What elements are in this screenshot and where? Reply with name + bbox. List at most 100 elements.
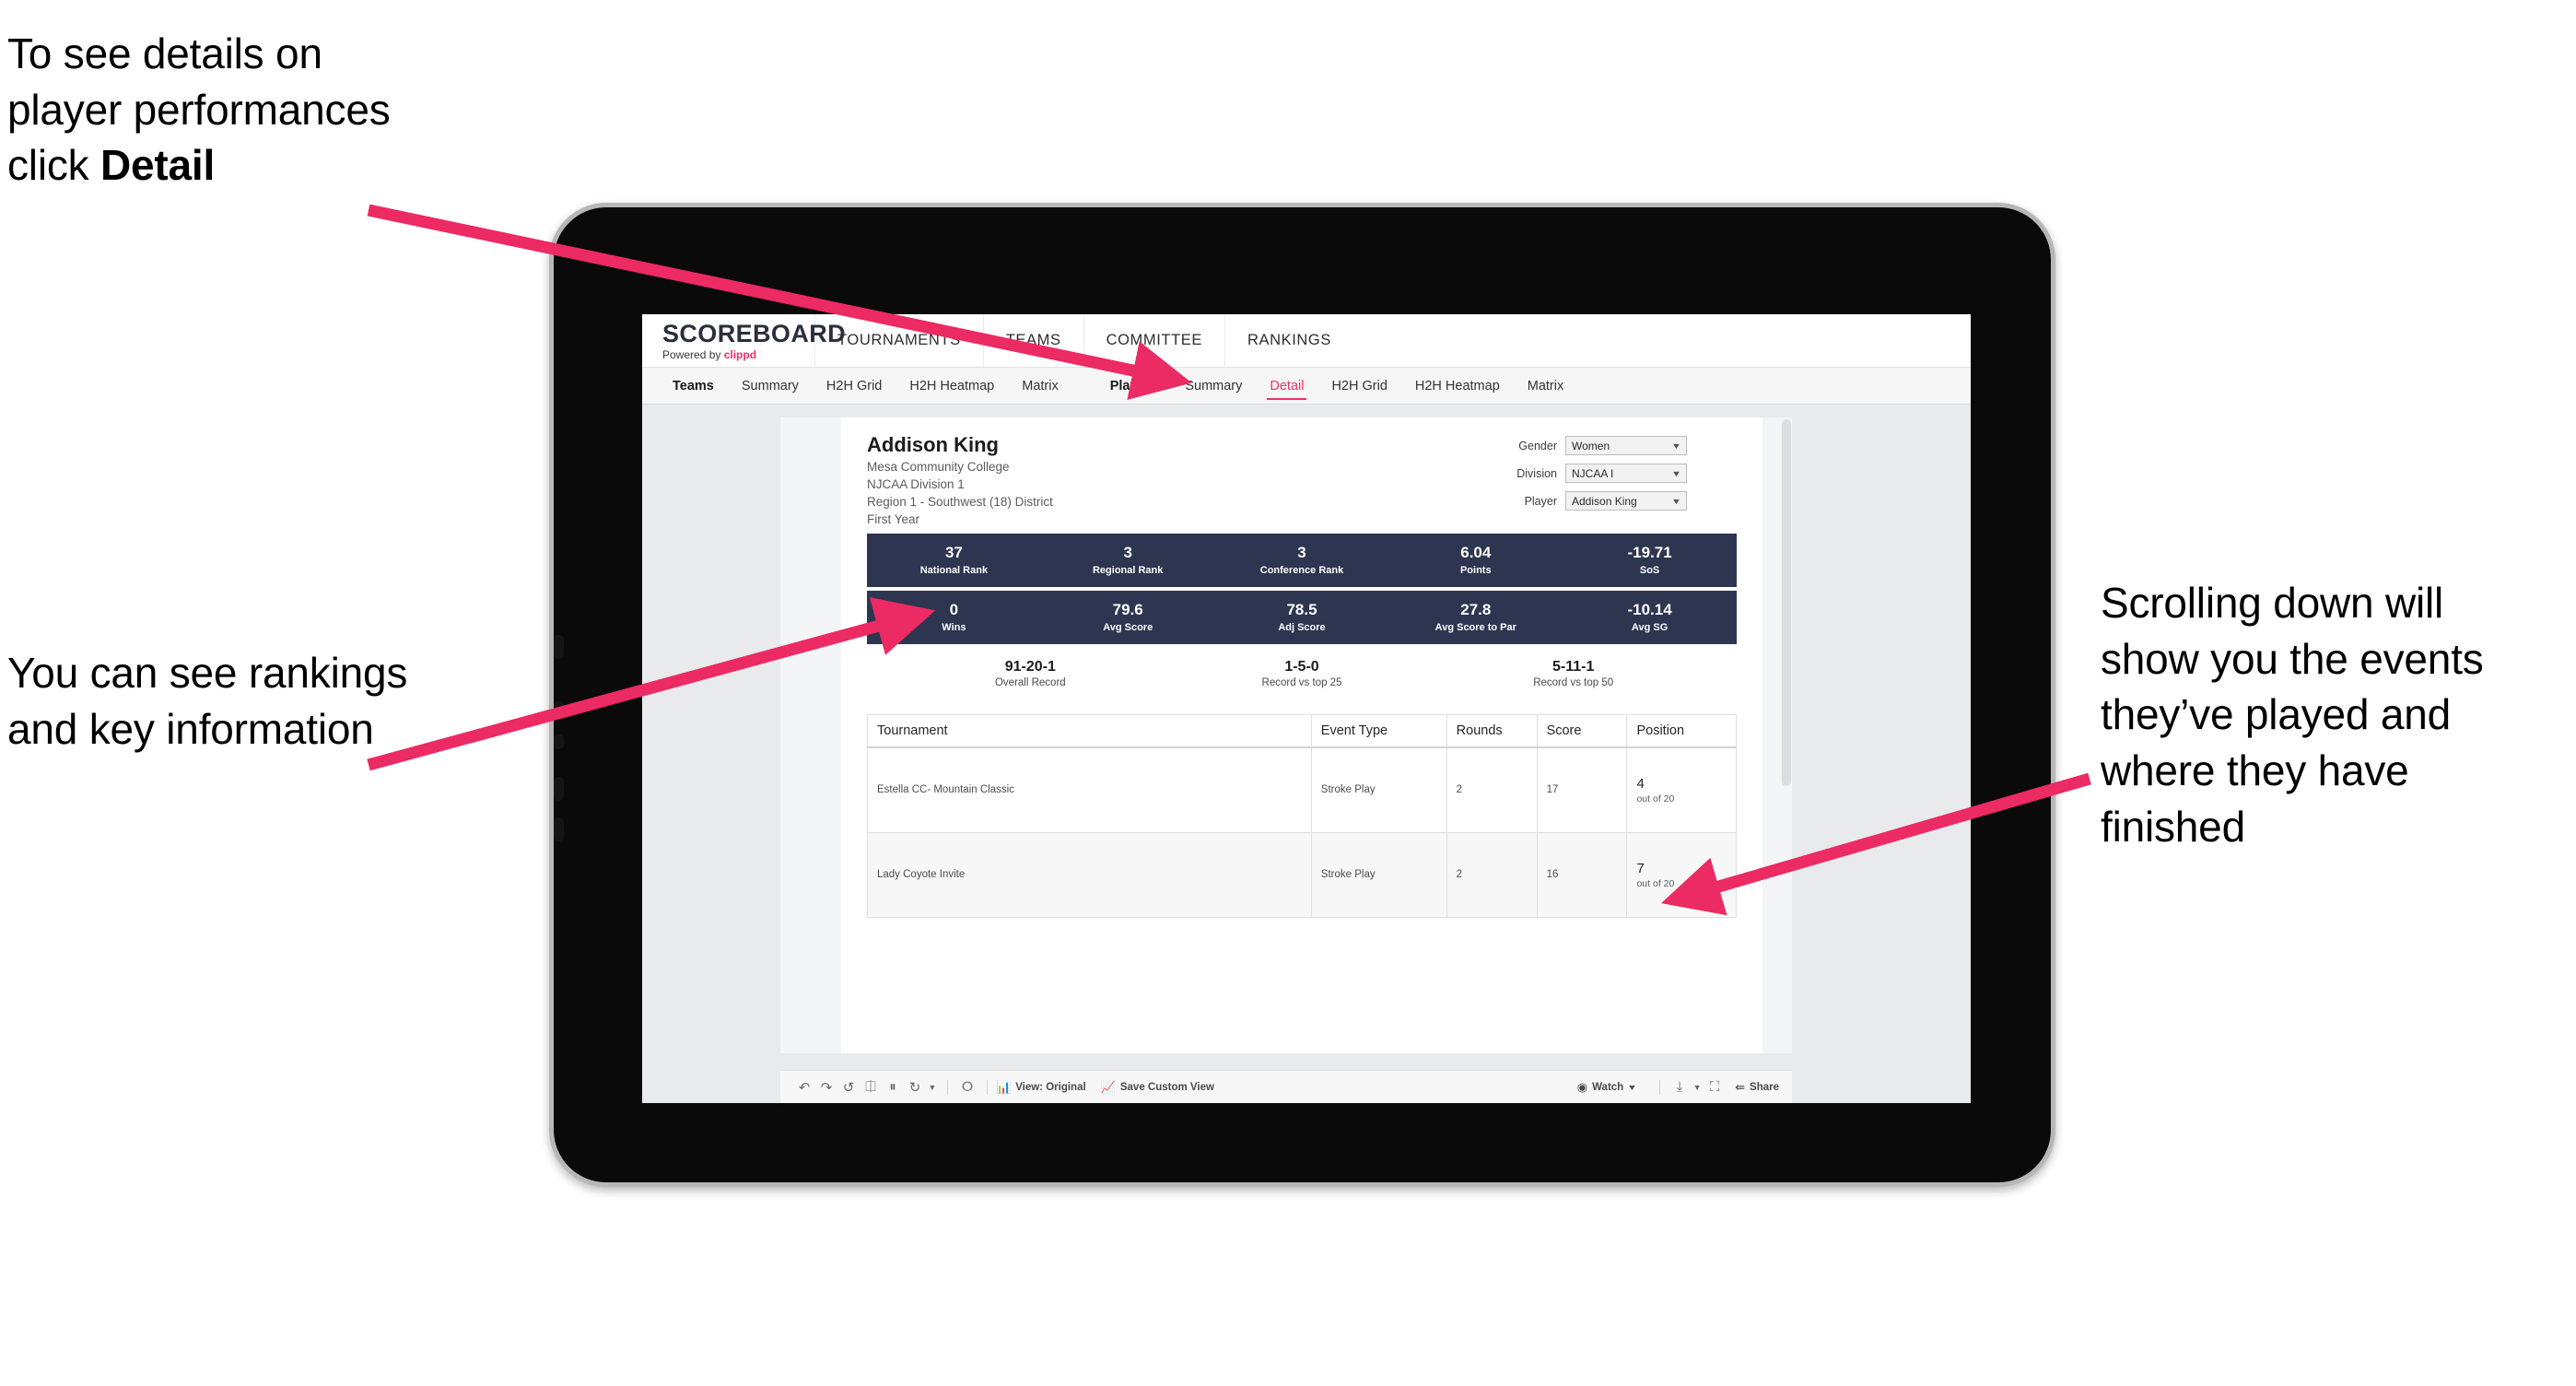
tab-teams-summary[interactable]: Summary	[728, 368, 813, 404]
watch-label: Watch	[1592, 1081, 1624, 1093]
stat-value: -10.14	[1627, 601, 1672, 619]
cell-tournament: Lady Coyote Invite	[867, 831, 1312, 918]
players-tab-group: Players Summary Detail H2H Grid H2H Heat…	[1096, 368, 1578, 404]
callout-detail-line3-bold: Detail	[100, 141, 216, 190]
tablet-screen: SCOREBOARD Powered by clippd TOURNAMENTS…	[642, 314, 1971, 1103]
events-table-body: Estella CC- Mountain Classic Stroke Play…	[867, 746, 1737, 918]
events-table-head: Tournament Event Type Rounds Score Posit…	[867, 714, 1737, 749]
revert-icon[interactable]: ↺	[837, 1071, 860, 1103]
redo-icon[interactable]: ↷	[815, 1071, 837, 1103]
position-value: 4	[1636, 775, 1645, 792]
tab-teams-h2h-grid[interactable]: H2H Grid	[813, 368, 896, 404]
player-header: Addison King Mesa Community College NJCA…	[867, 432, 1737, 528]
stat-label: Conference Rank	[1259, 564, 1344, 576]
tab-players-h2h-grid[interactable]: H2H Grid	[1317, 368, 1400, 404]
main-navigation: TOURNAMENTS TEAMS COMMITTEE RANKINGS	[815, 314, 1353, 367]
record-vs-top-50: 5-11-1 Record vs top 50	[1437, 659, 1709, 688]
th-score[interactable]: Score	[1536, 714, 1628, 749]
filter-row-gender: Gender Women ▼	[1516, 436, 1687, 455]
stat-points: 6.04 Points	[1388, 534, 1563, 587]
stat-label: Points	[1459, 564, 1492, 576]
stat-label: Adj Score	[1278, 621, 1326, 633]
tab-group-players[interactable]: Players	[1096, 368, 1172, 404]
history-icon[interactable]: ↻	[904, 1071, 926, 1103]
th-rounds[interactable]: Rounds	[1446, 714, 1538, 749]
callout-detail-line3-prefix: click	[7, 141, 101, 190]
cell-score: 17	[1536, 746, 1628, 833]
player-region: Region 1 - Southwest (18) District	[867, 494, 1053, 509]
tablet-button-camera	[554, 635, 564, 659]
tab-players-h2h-heatmap[interactable]: H2H Heatmap	[1401, 368, 1514, 404]
th-event-type[interactable]: Event Type	[1310, 714, 1447, 749]
gender-select[interactable]: Women ▼	[1565, 436, 1687, 455]
cell-event-type: Stroke Play	[1310, 746, 1447, 833]
tablet-button-volume-up[interactable]	[554, 777, 564, 801]
th-tournament[interactable]: Tournament	[867, 714, 1312, 749]
nav-teams[interactable]: TEAMS	[984, 314, 1083, 367]
nav-rankings[interactable]: RANKINGS	[1225, 314, 1353, 367]
gender-select-value: Women	[1572, 439, 1610, 452]
dashboard-canvas: Addison King Mesa Community College NJCA…	[642, 405, 1971, 1103]
refresh-data-icon[interactable]: ⎅	[860, 1071, 882, 1103]
stat-wins: 0 Wins	[867, 591, 1041, 644]
callout-detail-line1: To see details on	[7, 29, 322, 77]
position-value: 7	[1636, 860, 1645, 876]
player-select[interactable]: Addison King ▼	[1565, 491, 1687, 511]
tab-teams-h2h-heatmap[interactable]: H2H Heatmap	[896, 368, 1008, 404]
stat-value: 6.04	[1460, 544, 1492, 562]
tablet-side-buttons	[552, 207, 564, 1182]
chevron-down-icon[interactable]: ▼	[926, 1071, 939, 1103]
tab-group-teams[interactable]: Teams	[659, 368, 728, 404]
callout-detail-line2: player performances	[7, 85, 391, 134]
record-summary: 91-20-1 Overall Record 1-5-0 Record vs t…	[867, 659, 1737, 688]
player-year: First Year	[867, 511, 920, 526]
table-row[interactable]: Lady Coyote Invite Stroke Play 2 16 7 ou…	[867, 831, 1737, 918]
scrollbar-thumb[interactable]	[1782, 419, 1791, 786]
th-position[interactable]: Position	[1626, 714, 1737, 749]
table-row[interactable]: Estella CC- Mountain Classic Stroke Play…	[867, 746, 1737, 833]
tablet-button-volume-down[interactable]	[554, 817, 564, 841]
division-select[interactable]: NJCAA I ▼	[1565, 464, 1687, 483]
dashboard-sheet: Addison King Mesa Community College NJCA…	[780, 417, 1792, 1053]
chevron-down-icon: ▼	[1670, 468, 1682, 478]
player-identity: Addison King Mesa Community College NJCA…	[867, 432, 1053, 528]
filter-label-player: Player	[1524, 494, 1557, 508]
clear-icon[interactable]: ⭘	[956, 1071, 978, 1103]
app-header: SCOREBOARD Powered by clippd TOURNAMENTS…	[642, 314, 1971, 368]
toolbar-divider	[947, 1079, 948, 1095]
logo-brand-name: clippd	[723, 347, 757, 361]
stat-regional-rank: 3 Regional Rank	[1041, 534, 1215, 587]
share-label: Share	[1750, 1081, 1779, 1093]
filter-row-division: Division NJCAA I ▼	[1516, 464, 1687, 483]
stat-value: 79.6	[1112, 601, 1143, 619]
player-select-value: Addison King	[1572, 494, 1637, 508]
chevron-down-icon[interactable]: ▼	[1691, 1071, 1704, 1103]
filter-label-division: Division	[1516, 466, 1557, 480]
nav-tournaments[interactable]: TOURNAMENTS	[815, 314, 983, 367]
watch-eye-icon: ◉	[1576, 1079, 1588, 1094]
tab-players-summary[interactable]: Summary	[1171, 368, 1256, 404]
cell-score: 16	[1536, 831, 1628, 918]
nav-committee[interactable]: COMMITTEE	[1084, 314, 1224, 367]
page-title: Addison King	[867, 433, 999, 456]
save-view-icon: 📈	[1100, 1079, 1116, 1094]
record-value: 91-20-1	[1004, 659, 1056, 675]
tab-teams-matrix[interactable]: Matrix	[1008, 368, 1071, 404]
app-logo[interactable]: SCOREBOARD Powered by clippd	[642, 314, 846, 367]
teams-tab-group: Teams Summary H2H Grid H2H Heatmap Matri…	[659, 368, 1072, 404]
share-icon: ⇚	[1735, 1079, 1746, 1094]
watch-button[interactable]: ◉ Watch ▼	[1576, 1079, 1637, 1095]
view-original-button[interactable]: 📊 View: Original	[996, 1080, 1086, 1095]
save-custom-view-button[interactable]: 📈 Save Custom View	[1101, 1080, 1214, 1095]
fullscreen-icon[interactable]: ⛶	[1704, 1071, 1726, 1103]
undo-icon[interactable]: ↶	[793, 1071, 815, 1103]
pause-updates-icon[interactable]: ⏸	[882, 1071, 904, 1103]
download-icon[interactable]: ⤓	[1669, 1071, 1691, 1103]
tab-players-matrix[interactable]: Matrix	[1514, 368, 1577, 404]
cell-position: 7 out of 20	[1626, 831, 1737, 918]
chevron-down-icon: ▼	[1670, 440, 1682, 451]
tab-players-detail[interactable]: Detail	[1256, 368, 1317, 404]
share-button[interactable]: ⇚ Share	[1735, 1080, 1779, 1095]
vertical-scrollbar[interactable]	[1781, 417, 1792, 1053]
player-school: Mesa Community College	[867, 459, 1010, 474]
